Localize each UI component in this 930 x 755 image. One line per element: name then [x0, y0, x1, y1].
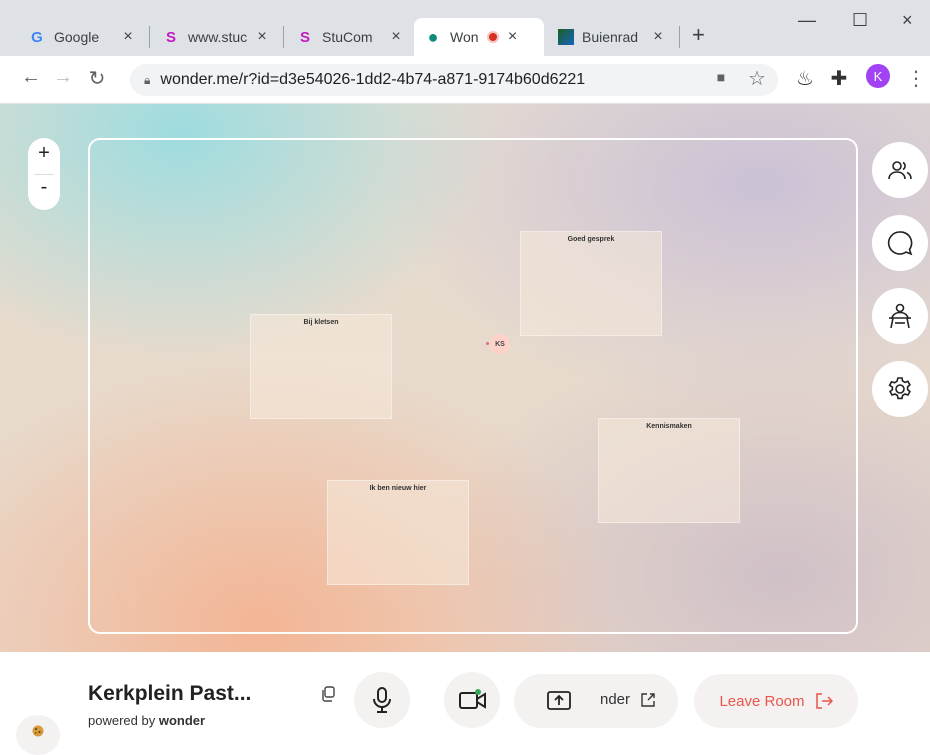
tab-google[interactable]: G Google ×: [18, 18, 146, 56]
room-bottom-bar: Kerkplein Past... powered by wonder nder…: [0, 652, 930, 755]
chat-button[interactable]: [872, 215, 928, 271]
microphone-button[interactable]: [354, 672, 410, 728]
leave-room-button[interactable]: Leave Room: [694, 674, 858, 728]
tab-title: www.stuc: [188, 29, 248, 45]
new-tab-button[interactable]: +: [692, 22, 705, 48]
host-desk-button[interactable]: [872, 288, 928, 344]
area-bij-kletsen[interactable]: Bij kletsen: [250, 314, 392, 419]
reload-icon[interactable]: ↻: [84, 66, 110, 91]
browser-tab-strip: G Google × S www.stuc × S StuCom × ● Won…: [0, 0, 930, 56]
area-goed-gesprek[interactable]: Goed gesprek: [520, 231, 662, 336]
cookie-settings-button[interactable]: [16, 715, 60, 755]
maximize-icon[interactable]: ☐: [852, 10, 868, 31]
powered-by: powered by wonder: [88, 713, 205, 728]
tab-separator: [679, 26, 680, 48]
wonder-room-canvas[interactable]: Bij kletsen Goed gesprek Kennismaken Ik …: [0, 104, 930, 652]
area-label: Bij kletsen: [303, 319, 339, 326]
zoom-control: + -: [28, 138, 60, 210]
buienradar-favicon-icon: [558, 29, 574, 45]
wonder-favicon-icon: ●: [427, 26, 439, 47]
area-kennismaken[interactable]: Kennismaken: [598, 418, 740, 523]
area-label: Ik ben nieuw hier: [369, 485, 427, 492]
bookmark-star-icon[interactable]: ☆: [744, 66, 770, 91]
browser-menu-icon[interactable]: ⋮: [903, 66, 929, 91]
tab-stucom[interactable]: S StuCom ×: [286, 18, 414, 56]
share-label: nder: [600, 691, 631, 708]
back-arrow-icon[interactable]: ←: [18, 66, 44, 89]
url-text: wonder.me/r?id=d3e54026-1dd2-4b74-a871-9…: [160, 71, 586, 88]
stucom-favicon-icon: S: [165, 28, 176, 46]
cookie-icon: [32, 725, 44, 737]
tab-title: Buienrad: [582, 29, 639, 45]
browser-toolbar: ← → ↻ 🔒︎ wonder.me/r?id=d3e54026-1dd2-4b…: [0, 56, 930, 104]
exit-icon: [815, 693, 833, 709]
settings-button[interactable]: [872, 361, 928, 417]
room-title: Kerkplein Past...: [88, 682, 252, 705]
address-bar[interactable]: 🔒︎ wonder.me/r?id=d3e54026-1dd2-4b74-a87…: [130, 64, 778, 96]
microphone-icon: [373, 687, 391, 713]
tab-close-icon[interactable]: ×: [388, 28, 404, 46]
profile-avatar[interactable]: K: [866, 64, 890, 88]
tab-buienradar[interactable]: Buienrad ×: [548, 18, 676, 56]
minimize-icon[interactable]: —: [798, 10, 816, 31]
tab-title: Won: [450, 29, 479, 45]
copy-link-icon[interactable]: [321, 686, 335, 707]
area-nieuw-hier[interactable]: Ik ben nieuw hier: [327, 480, 469, 585]
extensions-puzzle-icon[interactable]: ✚: [826, 66, 852, 91]
zoom-divider: [34, 174, 54, 175]
share-screen-button[interactable]: nder: [514, 674, 678, 728]
area-label: Goed gesprek: [567, 236, 615, 243]
tab-title: StuCom: [322, 29, 373, 45]
lock-icon: 🔒︎: [144, 72, 151, 87]
tab-separator: [149, 26, 150, 48]
extension-flame-icon[interactable]: ♨: [792, 66, 818, 91]
window-close-icon[interactable]: ×: [902, 10, 913, 31]
tab-close-icon[interactable]: ×: [650, 28, 666, 46]
person-at-desk-icon: [889, 303, 911, 329]
zoom-in-button[interactable]: +: [28, 142, 60, 165]
tab-wonder[interactable]: ● Won ×: [414, 18, 544, 56]
chat-bubble-icon: [887, 231, 913, 256]
leave-room-label: Leave Room: [719, 692, 805, 710]
tab-close-icon[interactable]: ×: [254, 28, 270, 46]
forward-arrow-icon[interactable]: →: [50, 66, 76, 89]
tab-title: Google: [54, 29, 100, 45]
tab-separator: [283, 26, 284, 48]
powered-prefix: powered by: [88, 713, 156, 728]
tab-close-icon[interactable]: ×: [505, 28, 521, 46]
zoom-out-button[interactable]: -: [28, 176, 60, 199]
external-link-icon: [641, 693, 655, 707]
wonder-brand: wonder: [158, 713, 206, 728]
room-boundary: [88, 138, 858, 634]
recording-indicator-icon: [486, 31, 499, 43]
camera-button[interactable]: [444, 672, 500, 728]
google-favicon-icon: G: [31, 28, 43, 46]
tab-stuc[interactable]: S www.stuc ×: [152, 18, 280, 56]
area-label: Kennismaken: [646, 423, 692, 430]
screen-share-icon: [547, 691, 571, 710]
participants-button[interactable]: [872, 142, 928, 198]
avatar-direction-dot: [486, 342, 489, 345]
video-camera-icon: [459, 689, 486, 709]
tab-close-icon[interactable]: ×: [120, 28, 136, 46]
people-icon: [888, 161, 912, 180]
user-avatar[interactable]: KS: [490, 334, 510, 354]
camera-permission-icon[interactable]: ■: [708, 69, 734, 85]
stucom-favicon-icon: S: [299, 28, 310, 46]
gear-icon: [888, 377, 911, 400]
